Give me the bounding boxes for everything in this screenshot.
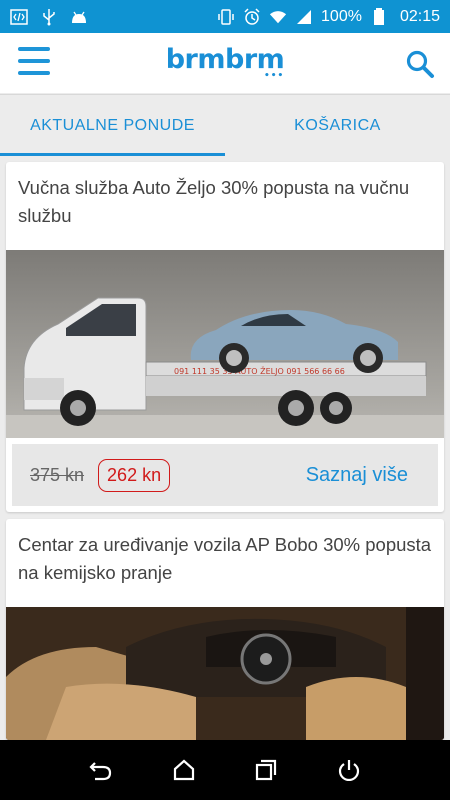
offer-card[interactable]: Centar za uređivanje vozila AP Bobo 30% …	[6, 519, 444, 740]
battery-level: 100%	[321, 7, 362, 25]
system-nav-bar	[0, 740, 450, 800]
old-price: 375 kn	[30, 464, 85, 485]
offer-title: Vučna služba Auto Željo 30% popusta na v…	[18, 177, 410, 226]
tab-aktualne-ponude[interactable]: AKTUALNE PONUDE	[0, 95, 225, 156]
back-icon[interactable]	[88, 757, 114, 783]
usb-icon	[40, 8, 58, 26]
offer-title: Centar za uređivanje vozila AP Bobo 30% …	[18, 534, 432, 583]
truck-sign: 091 111 35 33 AUTO ŽELJO 091 566 66 66	[174, 365, 345, 376]
power-icon[interactable]	[336, 757, 362, 783]
status-bar: 100% 02:15	[0, 0, 450, 33]
offer-image	[6, 607, 444, 740]
search-icon[interactable]	[405, 49, 435, 79]
app-bar: brmbrm •••	[0, 33, 450, 93]
wifi-icon	[269, 8, 287, 26]
logo-dots: •••	[264, 71, 285, 81]
recents-icon[interactable]	[253, 757, 279, 783]
offer-image: 091 111 35 33 AUTO ŽELJO 091 566 66 66	[6, 250, 444, 438]
vibrate-icon	[217, 8, 235, 26]
battery-icon	[370, 7, 388, 26]
clock: 02:15	[399, 7, 440, 25]
signal-icon	[295, 8, 313, 26]
logo: brmbrm •••	[166, 44, 285, 81]
code-icon	[10, 8, 28, 26]
tab-label: KOŠARICA	[294, 116, 381, 134]
tab-label: AKTUALNE PONUDE	[30, 116, 195, 134]
hamburger-icon[interactable]	[18, 47, 50, 79]
offer-card[interactable]: Vučna služba Auto Željo 30% popusta na v…	[6, 162, 444, 512]
new-price: 262 kn	[98, 458, 171, 492]
android-icon	[70, 8, 88, 26]
tab-kosarica[interactable]: KOŠARICA	[225, 95, 450, 156]
price-bar: 375 kn 262 kn Saznaj više	[12, 444, 438, 506]
tab-bar: AKTUALNE PONUDE KOŠARICA	[0, 94, 450, 156]
more-info-button[interactable]: Saznaj više	[306, 464, 408, 487]
home-icon[interactable]	[171, 757, 197, 783]
alarm-icon	[243, 7, 261, 26]
